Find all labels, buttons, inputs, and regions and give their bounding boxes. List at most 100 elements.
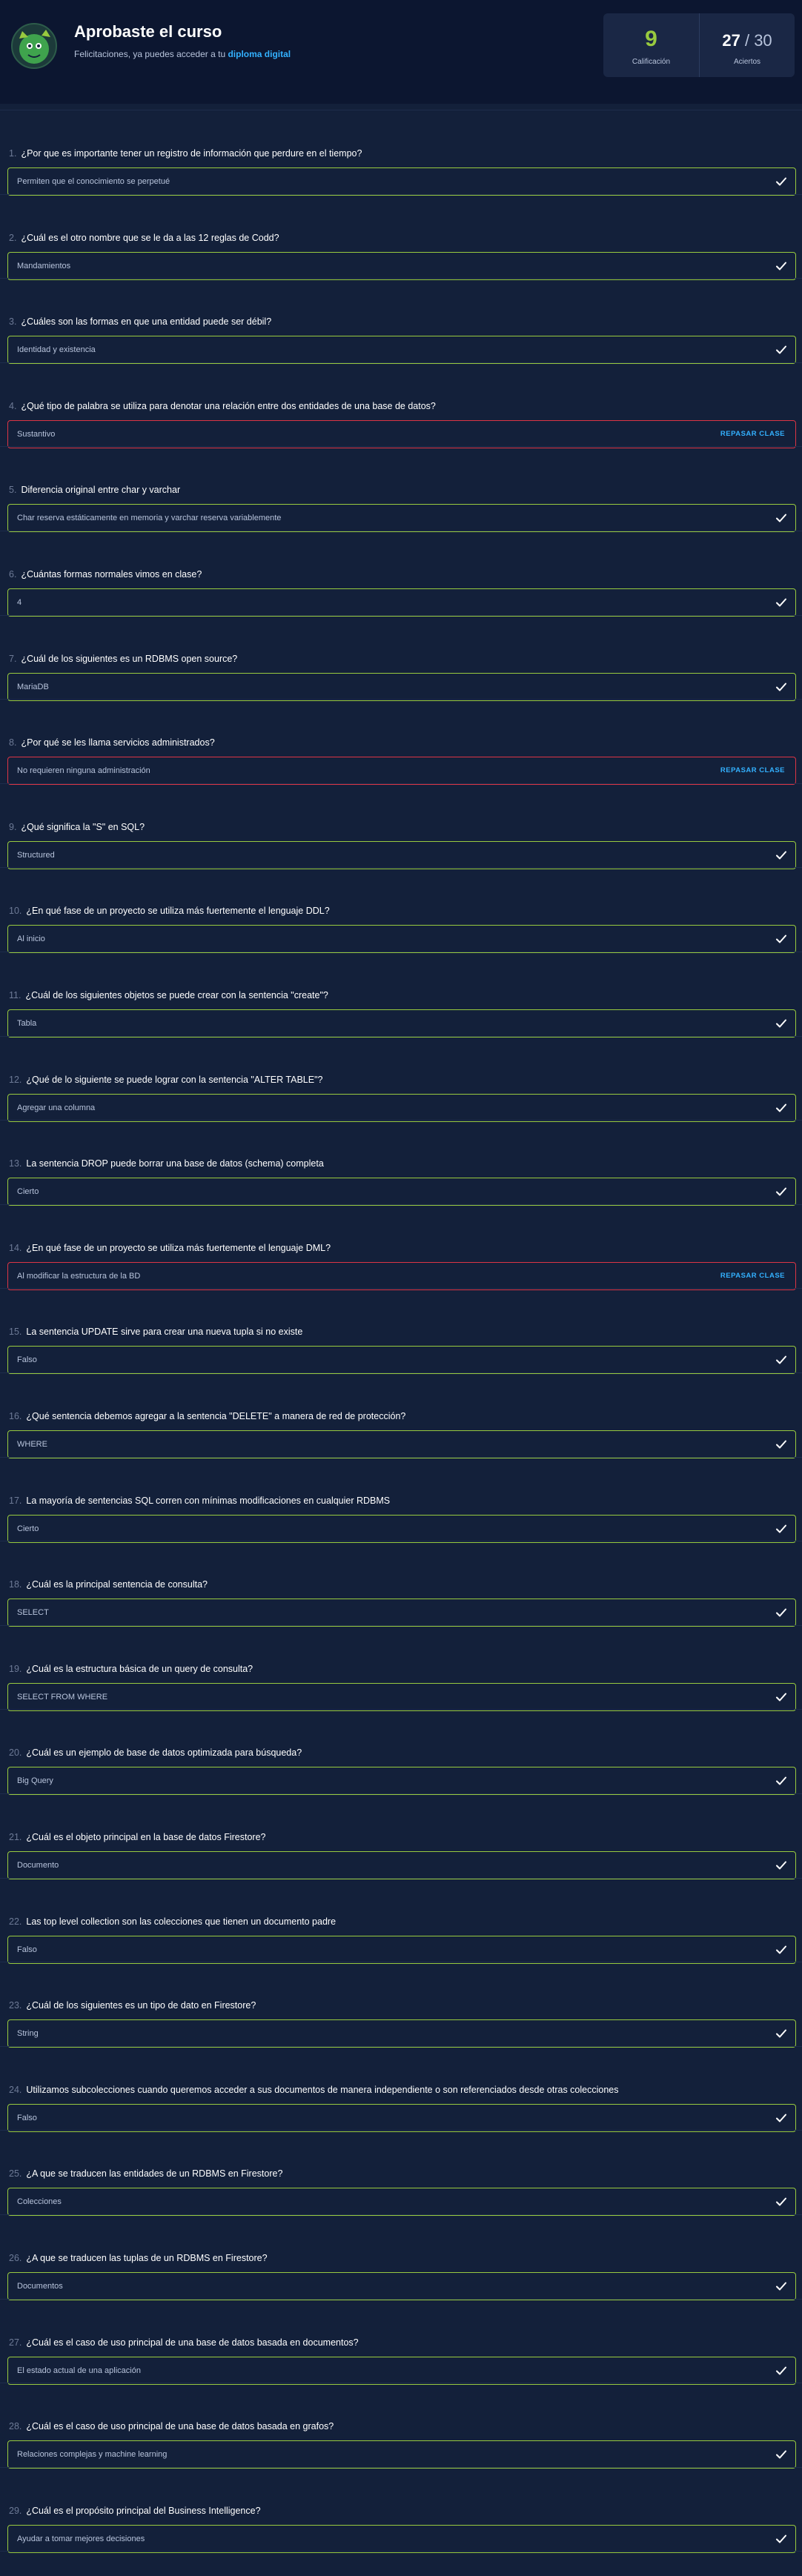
question-number: 9.	[9, 821, 17, 832]
question-number: 16.	[9, 1411, 22, 1421]
course-badge-icon	[11, 23, 57, 69]
question-number: 27.	[9, 2337, 22, 2348]
question-text: ¿Cuál es un ejemplo de base de datos opt…	[26, 1747, 302, 1759]
question-item: 4. ¿Qué tipo de palabra se utiliza para d…	[0, 362, 802, 448]
check-icon	[776, 1103, 786, 1112]
question-item: 13. La sentencia DROP puede borrar una ba…	[0, 1120, 802, 1206]
question-text: ¿En qué fase de un proyecto se utiliza m…	[26, 906, 330, 917]
question-header: 10. ¿En qué fase de un proyecto se utiliz…	[9, 906, 793, 916]
check-icon	[776, 2114, 786, 2122]
question-number: 11.	[9, 990, 21, 1000]
answer-text: Identidad y existencia	[17, 345, 96, 355]
question-number: 2.	[9, 232, 17, 243]
answer-box: Cierto	[7, 1514, 796, 1543]
question-text: ¿Cuál es el caso de uso principal de una…	[26, 2337, 359, 2348]
grade-cell: 9 Calificación	[603, 13, 699, 77]
question-header: 13. La sentencia DROP puede borrar una ba…	[9, 1158, 793, 1169]
question-divider	[0, 699, 802, 700]
answer-text: Al modificar la estructura de la BD	[17, 1271, 141, 1281]
question-item: 7. ¿Cuál de los siguientes es un RDBMS op…	[0, 614, 802, 701]
review-class-button[interactable]: REPASAR CLASE	[720, 430, 785, 438]
question-text: Diferencia original entre char y varchar	[21, 485, 181, 496]
check-icon	[776, 1187, 786, 1196]
question-item: 18. ¿Cuál es la principal sentencia de co…	[0, 1541, 802, 1627]
question-header: 28. ¿Cuál es el caso de uso principal de …	[9, 2421, 793, 2431]
answer-box: Sustantivo REPASAR CLASE	[7, 419, 796, 448]
question-text: ¿Cuál es el objeto principal en la base …	[26, 1832, 266, 1842]
answer-box: Ayudar a tomar mejores decisiones	[7, 2524, 796, 2553]
question-divider	[0, 2214, 802, 2215]
question-divider	[0, 1456, 802, 1458]
question-item: 5. Diferencia original entre char y varch…	[0, 446, 802, 533]
question-number: 8.	[9, 737, 17, 748]
answer-text: El estado actual de una aplicación	[17, 2366, 141, 2375]
check-icon	[776, 2450, 786, 2459]
question-number: 25.	[9, 2168, 22, 2180]
question-header: 22. Las top level collection son las cole…	[9, 1916, 793, 1927]
question-header: 15. La sentencia UPDATE sirve para crear …	[9, 1327, 793, 1337]
answer-box: Mandamientos	[7, 251, 796, 280]
answer-text: Permiten que el conocimiento se perpetué	[17, 177, 170, 186]
question-divider	[0, 2551, 802, 2552]
question-header: 26. ¿A que se traducen las tuplas de un R…	[9, 2253, 793, 2263]
answer-text: Cierto	[17, 1524, 39, 1533]
check-icon	[776, 1524, 786, 1533]
question-item: 25. ¿A que se traducen las entidades de u…	[0, 2130, 802, 2217]
question-header: 12. ¿Qué de lo siguiente se puede lograr …	[9, 1075, 793, 1085]
answer-text: Agregar una columna	[17, 1103, 96, 1112]
question-number: 18.	[9, 1579, 22, 1590]
answer-box: Permiten que el conocimiento se perpetué	[7, 167, 796, 196]
answer-text: SELECT FROM WHERE	[17, 1692, 108, 1702]
question-text: ¿Cuál es el propósito principal del Busi…	[26, 2505, 261, 2516]
check-icon	[776, 2534, 786, 2543]
question-text: ¿En qué fase de un proyecto se utiliza m…	[26, 1242, 331, 1253]
question-text: ¿A que se traducen las entidades de un R…	[26, 2168, 283, 2180]
check-icon	[776, 2197, 786, 2206]
answer-box: El estado actual de una aplicación	[7, 2356, 796, 2385]
answer-text: MariaDB	[17, 682, 49, 691]
answer-box: Documentos	[7, 2272, 796, 2300]
question-text: ¿Cuáles son las formas en que una entida…	[21, 316, 272, 328]
question-number: 14.	[9, 1242, 22, 1253]
answer-text: Colecciones	[17, 2197, 62, 2207]
answer-text: SELECT	[17, 1608, 49, 1618]
check-icon	[776, 1693, 786, 1702]
question-number: 10.	[9, 906, 22, 917]
check-icon	[776, 935, 786, 943]
subtitle-text: Felicitaciones, ya puedes acceder a tu	[74, 49, 228, 59]
question-header: 6. ¿Cuántas formas normales vimos en clas…	[9, 569, 793, 580]
question-text: ¿Qué de lo siguiente se puede lograr con…	[26, 1074, 323, 1085]
question-number: 6.	[9, 569, 17, 580]
question-header: 11. ¿Cuál de los siguientes objetos se pu…	[9, 990, 793, 1000]
question-item: 19. ¿Cuál es la estructura básica de un q…	[0, 1624, 802, 1711]
question-item: 2. ¿Cuál es el otro nombre que se le da a…	[0, 193, 802, 280]
question-divider	[0, 446, 802, 448]
correct-count: 27	[722, 31, 740, 50]
review-class-button[interactable]: REPASAR CLASE	[720, 1272, 785, 1280]
answer-box: Agregar una columna	[7, 1093, 796, 1122]
review-class-button[interactable]: REPASAR CLASE	[720, 766, 785, 774]
answer-text: Mandamientos	[17, 261, 71, 270]
question-divider	[0, 1372, 802, 1373]
check-icon	[776, 851, 786, 860]
question-text: ¿Cuál de los siguientes es un RDBMS open…	[21, 653, 238, 664]
diploma-link[interactable]: diploma digital	[228, 49, 291, 59]
question-divider	[0, 783, 802, 784]
question-item: 29. ¿Cuál es el propósito principal del B…	[0, 2466, 802, 2553]
answer-text: Al inicio	[17, 935, 45, 944]
question-divider	[0, 1877, 802, 1879]
question-item: 8. ¿Por qué se les llama servicios admini…	[0, 699, 802, 786]
check-icon	[776, 1355, 786, 1364]
question-header: 24. Utilizamos subcolecciones cuando quer…	[9, 2085, 793, 2095]
answer-box: Char reserva estáticamente en memoria y …	[7, 504, 796, 533]
question-number: 29.	[9, 2505, 22, 2516]
page-title: Aprobaste el curso	[74, 22, 222, 41]
question-number: 13.	[9, 1158, 22, 1169]
answer-text: Structured	[17, 850, 55, 860]
answer-box: No requieren ninguna administración REPAS…	[7, 757, 796, 786]
check-icon	[776, 2366, 786, 2375]
question-number: 22.	[9, 1916, 22, 1927]
question-number: 7.	[9, 653, 17, 664]
answer-box: SELECT FROM WHERE	[7, 1682, 796, 1711]
answer-box: MariaDB	[7, 672, 796, 701]
